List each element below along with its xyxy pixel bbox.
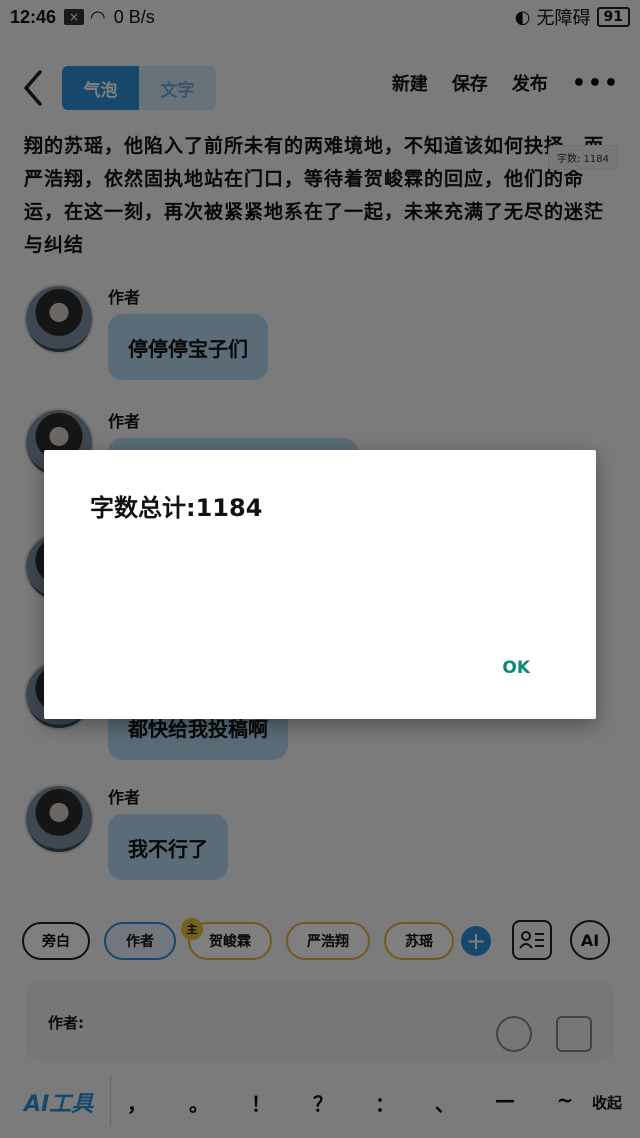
ok-button[interactable]: OK bbox=[502, 658, 530, 678]
word-count-dialog: 字数总计:1184 OK bbox=[44, 450, 596, 719]
dialog-message: 字数总计:1184 bbox=[90, 494, 263, 522]
